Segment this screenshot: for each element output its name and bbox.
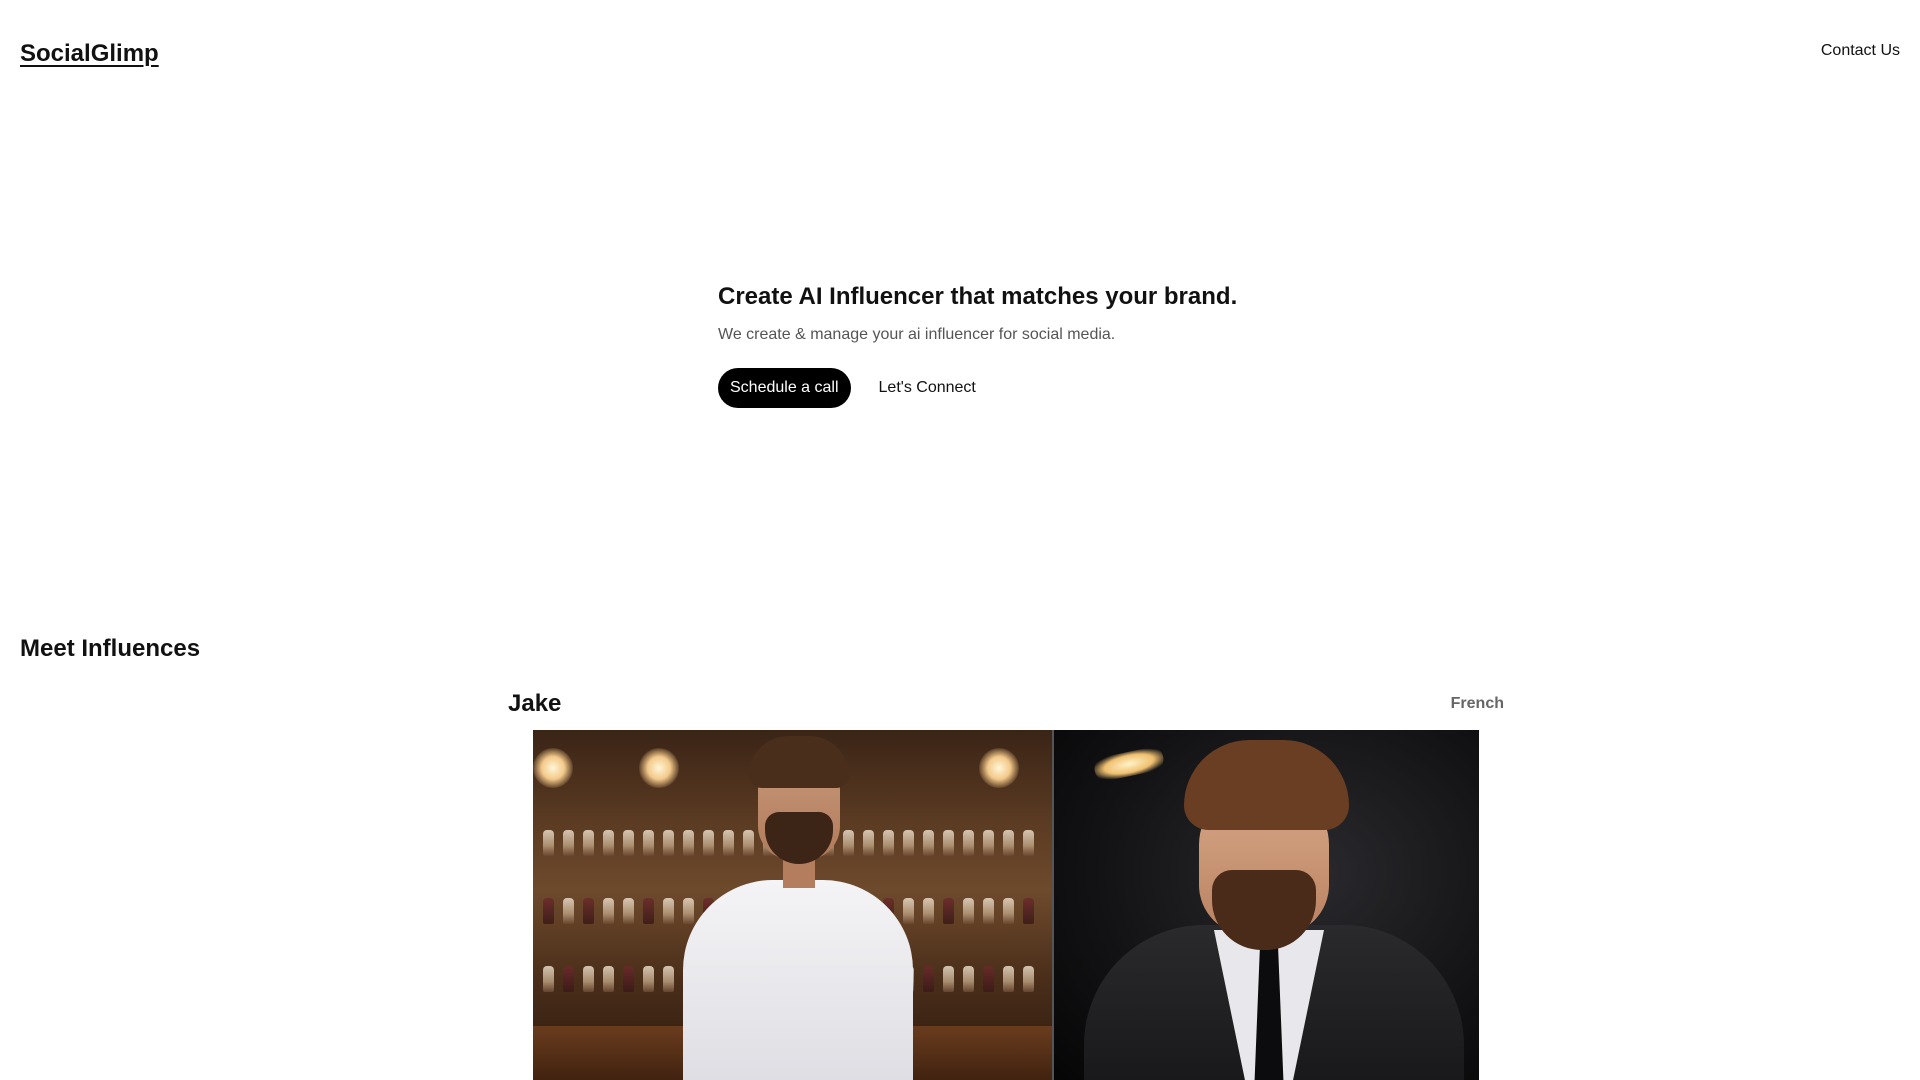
contact-us-link[interactable]: Contact Us	[1821, 42, 1900, 60]
lamp-light	[979, 748, 1019, 788]
lamp-light	[639, 748, 679, 788]
beard	[765, 812, 833, 864]
lets-connect-button[interactable]: Let's Connect	[873, 368, 982, 408]
site-logo[interactable]: SocialGlimp	[20, 40, 159, 68]
hero-title: Create AI Influencer that matches your b…	[718, 283, 1238, 310]
influencer-gallery	[533, 730, 1479, 1080]
influencer-card-header: Jake French	[508, 686, 1504, 722]
site-header: SocialGlimp Contact Us	[0, 0, 1920, 110]
hero-subtitle: We create & manage your ai influencer fo…	[718, 326, 1116, 343]
hero-section: Create AI Influencer that matches your b…	[718, 280, 1418, 408]
bar-white-shirt-photo[interactable]	[533, 730, 1052, 1080]
schedule-call-button[interactable]: Schedule a call	[718, 368, 851, 408]
influencer-language: French	[1450, 695, 1504, 712]
section-title: Meet Influences	[20, 635, 201, 662]
influencer-name: Jake	[508, 690, 562, 717]
lamp-light	[533, 748, 573, 788]
hair	[749, 736, 849, 788]
spot-light	[1092, 744, 1166, 784]
influencer-card: Jake French	[508, 686, 1504, 722]
hero-actions: Schedule a call Let's Connect	[718, 368, 1418, 408]
white-shirt	[683, 880, 913, 1080]
black-suit-photo[interactable]	[1052, 730, 1479, 1080]
hair	[1184, 740, 1349, 830]
